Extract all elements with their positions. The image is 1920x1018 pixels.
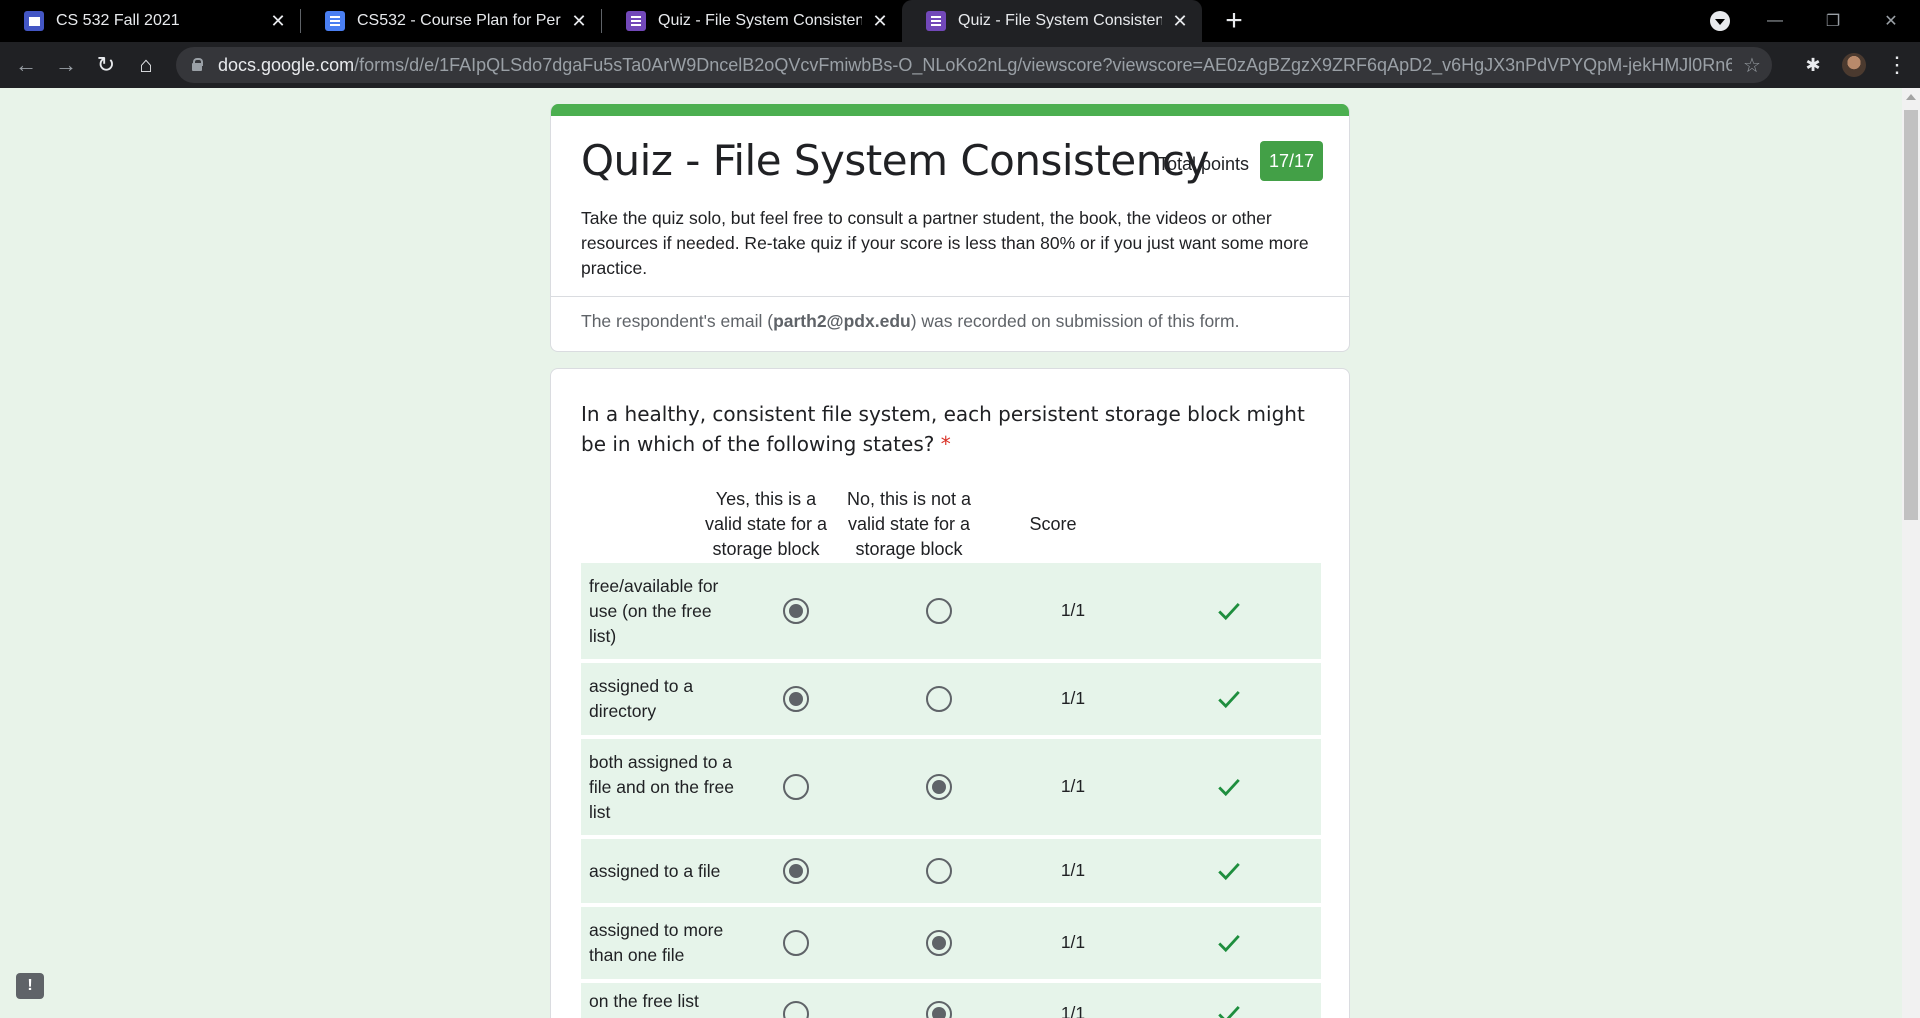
- close-window-icon[interactable]: ✕: [1862, 0, 1920, 42]
- radio-yes[interactable]: [783, 774, 809, 800]
- total-points-badge: 17/17: [1260, 141, 1324, 181]
- row-score: 1/1: [1060, 600, 1086, 620]
- browser-toolbar: ← → ↻ ⌂ docs.google.com/forms/d/e/1FAIpQ…: [0, 42, 1920, 88]
- lock-icon[interactable]: [190, 58, 204, 72]
- radio-no[interactable]: [926, 686, 952, 712]
- grid-row: assigned to more than one file 1/1: [581, 907, 1321, 979]
- respondent-email: parth2@pdx.edu: [773, 311, 911, 331]
- url-text[interactable]: docs.google.com/forms/d/e/1FAIpQLSdo7dga…: [218, 55, 1732, 76]
- row-score: 1/1: [1060, 776, 1086, 796]
- radio-no[interactable]: [926, 858, 952, 884]
- row-score: 1/1: [1060, 1003, 1086, 1018]
- docs-icon: [325, 11, 345, 31]
- minimize-icon[interactable]: —: [1746, 0, 1804, 42]
- correct-check-icon: [1218, 779, 1240, 797]
- row-score: 1/1: [1060, 860, 1086, 880]
- report-feedback-icon[interactable]: !: [16, 973, 44, 999]
- row-score: 1/1: [1060, 688, 1086, 708]
- radio-no[interactable]: [926, 930, 952, 956]
- scroll-up-icon[interactable]: [1906, 94, 1916, 100]
- radio-yes[interactable]: [783, 686, 809, 712]
- tab-title: Quiz - File System Consistency: [958, 12, 1162, 29]
- tab-cs532-sheet[interactable]: CS 532 Fall 2021 ✕: [0, 0, 300, 42]
- radio-no[interactable]: [926, 774, 952, 800]
- form-title: Quiz - File System Consistency: [581, 136, 1209, 185]
- correct-check-icon: [1218, 863, 1240, 881]
- tab-quiz-1[interactable]: Quiz - File System Consistency ✕: [602, 0, 902, 42]
- tab-search-icon[interactable]: [1710, 11, 1730, 31]
- page-content: Quiz - File System Consistency Total poi…: [0, 88, 1920, 1018]
- close-icon[interactable]: ✕: [268, 11, 288, 31]
- forms-icon: [926, 11, 946, 31]
- column-header-no: No, this is not a valid state for a stor…: [846, 489, 972, 559]
- required-mark: *: [940, 432, 951, 456]
- email-suffix: ) was recorded on submission of this for…: [910, 311, 1240, 331]
- tab-title: Quiz - File System Consistency: [658, 12, 862, 29]
- accent-stripe: [551, 104, 1349, 116]
- radio-yes[interactable]: [783, 1001, 809, 1018]
- grid-row: both assigned to a file and on the free …: [581, 739, 1321, 835]
- correct-check-icon: [1218, 603, 1240, 621]
- forms-icon: [626, 11, 646, 31]
- correct-check-icon: [1218, 691, 1240, 709]
- column-header-score: Score: [1029, 514, 1077, 534]
- email-prefix: The respondent's email (: [581, 311, 774, 331]
- sheets-icon: [24, 11, 44, 31]
- row-label: free/available for use (on the free list…: [589, 575, 719, 646]
- divider: [551, 296, 1349, 297]
- restore-icon[interactable]: ❐: [1804, 0, 1862, 42]
- question-text: In a healthy, consistent file system, ea…: [581, 399, 1321, 459]
- row-label: both assigned to a file and on the free …: [589, 751, 734, 822]
- close-icon[interactable]: ✕: [1170, 11, 1190, 31]
- browser-menu-icon[interactable]: ⋮: [1882, 48, 1912, 82]
- radio-yes[interactable]: [783, 858, 809, 884]
- grid-row: on the free list 1/1: [581, 983, 1321, 1018]
- total-points-label: Total points: [1158, 154, 1250, 174]
- row-label: assigned to a file: [589, 860, 721, 881]
- row-score: 1/1: [1060, 932, 1086, 952]
- bookmark-star-icon[interactable]: ☆: [1732, 53, 1772, 78]
- tab-bar: CS 532 Fall 2021 ✕ CS532 - Course Plan f…: [0, 0, 1920, 42]
- row-label: assigned to a directory: [589, 676, 694, 721]
- radio-yes[interactable]: [783, 930, 809, 956]
- radio-no[interactable]: [926, 598, 952, 624]
- grid-row: free/available for use (on the free list…: [581, 563, 1321, 659]
- radio-yes[interactable]: [783, 598, 809, 624]
- tab-quiz-2-active[interactable]: Quiz - File System Consistency ✕: [902, 0, 1202, 42]
- email-note: The respondent's email (parth2@pdx.edu) …: [581, 311, 1239, 332]
- form-header-card: Quiz - File System Consistency Total poi…: [550, 104, 1350, 352]
- back-icon[interactable]: ←: [6, 45, 46, 85]
- reload-icon[interactable]: ↻: [86, 45, 126, 85]
- address-bar[interactable]: docs.google.com/forms/d/e/1FAIpQLSdo7dga…: [176, 47, 1772, 83]
- scrollbar[interactable]: [1902, 88, 1920, 1018]
- radio-no[interactable]: [926, 1001, 952, 1018]
- window-controls: — ❐ ✕: [1746, 0, 1920, 42]
- correct-check-icon: [1218, 1006, 1240, 1018]
- row-label: on the free list: [589, 991, 699, 1011]
- extensions-icon[interactable]: ✱: [1796, 48, 1830, 82]
- tab-title: CS532 - Course Plan for Persistent Stora…: [357, 12, 561, 29]
- url-path: /forms/d/e/1FAIpQLSdo7dgaFu5sTa0ArW9Dnce…: [354, 54, 1732, 75]
- close-icon[interactable]: ✕: [569, 11, 589, 31]
- tab-title: CS 532 Fall 2021: [56, 12, 180, 29]
- close-icon[interactable]: ✕: [870, 11, 890, 31]
- column-header-yes: Yes, this is a valid state for a storage…: [704, 489, 828, 559]
- tab-course-plan[interactable]: CS532 - Course Plan for Persistent Stora…: [301, 0, 601, 42]
- forward-icon[interactable]: →: [46, 45, 86, 85]
- url-host: docs.google.com: [218, 54, 355, 75]
- row-label: assigned to more than one file: [589, 920, 724, 965]
- form-description: Take the quiz solo, but feel free to con…: [581, 208, 1309, 278]
- grid-row: assigned to a file 1/1: [581, 839, 1321, 903]
- correct-check-icon: [1218, 935, 1240, 953]
- home-icon[interactable]: ⌂: [126, 45, 166, 85]
- scrollbar-thumb[interactable]: [1904, 110, 1918, 520]
- new-tab-button[interactable]: +: [1216, 0, 1252, 42]
- profile-avatar[interactable]: [1842, 53, 1866, 77]
- question-card: In a healthy, consistent file system, ea…: [550, 368, 1350, 1018]
- grid-row: assigned to a directory 1/1: [581, 663, 1321, 735]
